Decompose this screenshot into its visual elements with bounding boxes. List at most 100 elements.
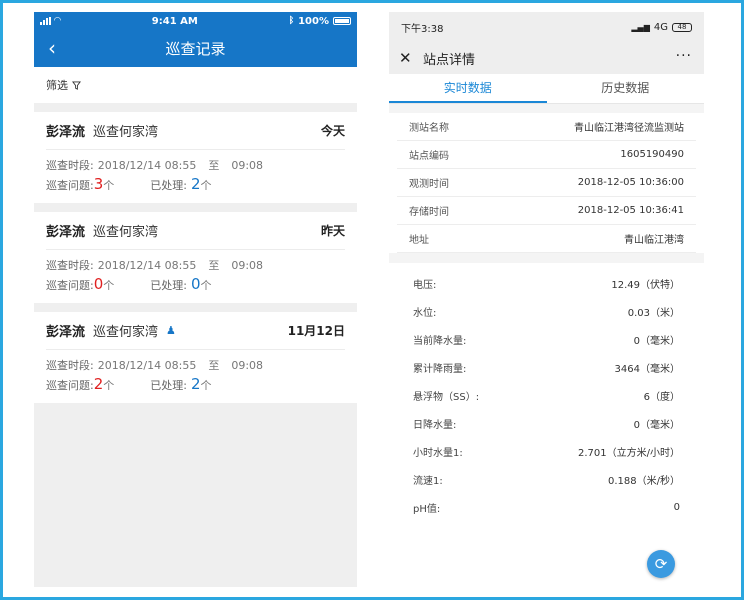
nav-bar: ‹ 巡查记录	[34, 30, 357, 67]
period-to: 至	[208, 259, 220, 272]
data-key: 流速1:	[413, 475, 443, 487]
info-row: 站点编码 1605190490	[397, 141, 696, 169]
issues-unit: 个	[103, 279, 115, 292]
data-value: 12.49（伏特）	[611, 279, 680, 291]
info-row: 测站名称 青山临江港湾径流监测站	[397, 113, 696, 141]
period-to: 至	[208, 159, 220, 172]
handled-count: 2	[190, 175, 201, 193]
data-value: 0.188（米/秒）	[608, 475, 680, 487]
user-icon: ♟	[166, 324, 176, 337]
tab-realtime-data[interactable]: 实时数据	[389, 74, 547, 103]
period-label: 巡查时段:	[46, 259, 94, 272]
record-header: 彭泽流 巡查何家湾 今天	[46, 112, 345, 150]
patrol-place: 巡查何家湾	[93, 225, 159, 240]
info-row: 观测时间 2018-12-05 10:36:00	[397, 169, 696, 197]
issues-unit: 个	[103, 379, 115, 392]
filter-label: 筛选	[46, 79, 68, 92]
handled-unit: 个	[200, 179, 212, 192]
patrol-period-row: 巡查时段: 2018/12/14 08:55 至 09:08	[46, 356, 345, 375]
data-row: 累计降雨量: 3464（毫米）	[413, 353, 680, 381]
data-value: 0（毫米）	[633, 335, 680, 347]
data-key: 当前降水量:	[413, 335, 467, 347]
info-value: 2018-12-05 10:36:41	[577, 205, 684, 216]
info-value: 1605190490	[620, 149, 684, 160]
divider	[389, 253, 704, 263]
handled-label: 已处理:	[150, 179, 187, 192]
station-detail-screen: 下午3:38 ▂▄▆ 4G 48 ✕ 站点详情 ··· 实时数据 历史数据 测站…	[389, 12, 704, 587]
info-key: 观测时间	[409, 179, 449, 190]
handled-label: 已处理:	[150, 279, 187, 292]
data-row: 当前降水量: 0（毫米）	[413, 325, 680, 353]
patrol-records-screen: ◠ 9:41 AM ᛒ 100% ‹ 巡查记录 筛选 彭泽流 巡查何家湾 今天 …	[34, 12, 357, 587]
info-key: 地址	[409, 235, 429, 246]
data-value: 0	[673, 501, 680, 513]
page-title: 站点详情	[423, 52, 476, 68]
issues-count: 0	[93, 275, 104, 293]
data-value: 6（度）	[643, 391, 680, 403]
status-time: 下午3:38	[401, 23, 444, 35]
handled-label: 已处理:	[150, 379, 187, 392]
record-date: 昨天	[320, 224, 345, 238]
station-info-table: 测站名称 青山临江港湾径流监测站 站点编码 1605190490 观测时间 2018…	[389, 113, 704, 253]
issues-row: 巡查问题: 3 个 已处理: 2 个	[46, 175, 345, 195]
patrol-record-card[interactable]: 彭泽流 巡查何家湾 昨天 巡查时段: 2018/12/14 08:55 至 09…	[34, 212, 357, 303]
info-value: 2018-12-05 10:36:00	[577, 177, 684, 188]
issues-row: 巡查问题: 2 个 已处理: 2 个	[46, 375, 345, 395]
period-end: 09:08	[231, 359, 264, 372]
patrol-record-card[interactable]: 彭泽流 巡查何家湾 ♟ 11月12日 巡查时段: 2018/12/14 08:5…	[34, 312, 357, 403]
data-key: pH值:	[413, 503, 441, 515]
tab-history-data[interactable]: 历史数据	[547, 74, 705, 103]
patrol-record-card[interactable]: 彭泽流 巡查何家湾 今天 巡查时段: 2018/12/14 08:55 至 09…	[34, 112, 357, 203]
handled-unit: 个	[200, 279, 212, 292]
record-date: 今天	[320, 124, 345, 138]
data-row: 流速1: 0.188（米/秒）	[413, 465, 680, 493]
battery-percent: 100%	[298, 15, 329, 27]
data-row: 水位: 0.03（米）	[413, 297, 680, 325]
inspector-name: 彭泽流	[46, 225, 86, 240]
data-row: pH值: 0	[413, 493, 680, 521]
data-key: 悬浮物（SS）:	[413, 391, 480, 403]
info-value: 青山临江港湾	[624, 235, 684, 246]
info-key: 站点编码	[409, 151, 449, 162]
issues-label: 巡查问题:	[46, 279, 94, 292]
inspector-name: 彭泽流	[46, 325, 86, 340]
data-row: 日降水量: 0（毫米）	[413, 409, 680, 437]
data-value: 0（毫米）	[633, 419, 680, 431]
data-row: 电压: 12.49（伏特）	[413, 269, 680, 297]
wifi-icon: ◠	[54, 16, 61, 26]
battery-level: 48	[677, 22, 687, 31]
issues-count: 2	[93, 375, 104, 393]
network-type: 4G	[653, 21, 668, 33]
filter-button[interactable]: 筛选	[34, 67, 357, 103]
period-start: 2018/12/14 08:55	[97, 159, 197, 172]
handled-unit: 个	[200, 379, 212, 392]
close-icon[interactable]: ✕	[399, 49, 413, 67]
data-key: 水位:	[413, 307, 437, 319]
period-label: 巡查时段:	[46, 159, 94, 172]
bluetooth-icon: ᛒ	[288, 16, 295, 26]
issues-label: 巡查问题:	[46, 179, 94, 192]
more-options-icon[interactable]: ···	[676, 48, 692, 64]
handled-count: 2	[190, 375, 201, 393]
status-time: 9:41 AM	[151, 15, 198, 27]
issues-row: 巡查问题: 0 个 已处理: 0 个	[46, 275, 345, 295]
back-chevron-icon[interactable]: ‹	[48, 38, 68, 58]
refresh-button[interactable]: ⟳	[647, 550, 675, 578]
nav-bar: ✕ 站点详情 ···	[389, 42, 704, 74]
battery-icon	[333, 17, 351, 25]
data-value: 0.03（米）	[627, 307, 680, 319]
patrol-place: 巡查何家湾	[93, 325, 159, 340]
inspector-name: 彭泽流	[46, 125, 86, 140]
realtime-data-list: 电压: 12.49（伏特） 水位: 0.03（米） 当前降水量: 0（毫米） 累计降雨…	[389, 263, 704, 521]
period-label: 巡查时段:	[46, 359, 94, 372]
status-bar: ◠ 9:41 AM ᛒ 100%	[34, 12, 357, 30]
data-value: 2.701（立方米/小时）	[578, 447, 680, 459]
patrol-place: 巡查何家湾	[93, 125, 159, 140]
period-end: 09:08	[231, 159, 264, 172]
patrol-period-row: 巡查时段: 2018/12/14 08:55 至 09:08	[46, 256, 345, 275]
status-bar: 下午3:38 ▂▄▆ 4G 48	[389, 12, 704, 42]
period-to: 至	[208, 359, 220, 372]
record-header: 彭泽流 巡查何家湾 ♟ 11月12日	[46, 312, 345, 350]
data-key: 日降水量:	[413, 419, 457, 431]
signal-icon: ▂▄▆	[631, 22, 650, 32]
